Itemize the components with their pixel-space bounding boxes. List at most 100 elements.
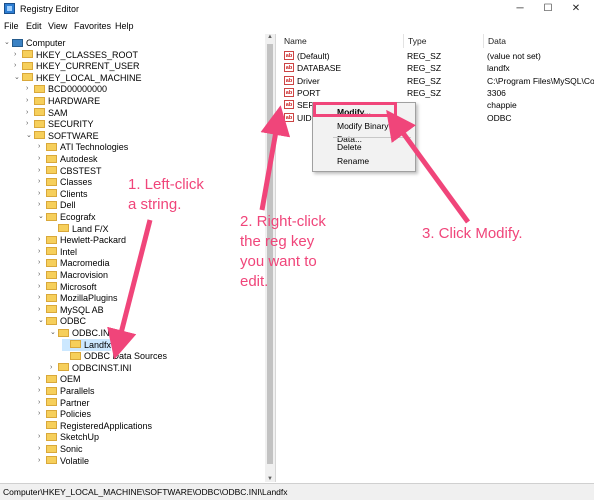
expand-chevron-icon[interactable]: ⌄ <box>50 327 58 339</box>
value-row[interactable]: ab PORT REG_SZ 3306 <box>280 87 594 99</box>
expand-chevron-icon[interactable]: › <box>38 199 46 211</box>
tree-item[interactable]: › SketchUp <box>38 431 99 443</box>
expand-chevron-icon[interactable]: › <box>26 95 34 107</box>
expand-chevron-icon[interactable]: ⌄ <box>14 72 22 84</box>
computer-icon <box>12 38 23 47</box>
tree-item[interactable]: › HARDWARE <box>26 95 100 107</box>
column-data[interactable]: Data <box>484 34 594 48</box>
tree-item[interactable]: › ATI Technologies <box>38 141 128 153</box>
tree-item[interactable]: › HKEY_CURRENT_USER <box>14 60 140 72</box>
expand-chevron-icon[interactable]: › <box>38 304 46 316</box>
column-name[interactable]: Name <box>280 34 404 48</box>
expand-chevron-icon[interactable]: › <box>38 281 46 293</box>
expand-chevron-icon[interactable]: › <box>38 234 46 246</box>
maximize-button[interactable]: ☐ <box>534 0 562 18</box>
expand-chevron-icon[interactable]: › <box>38 165 46 177</box>
expand-chevron-icon[interactable]: ⌄ <box>38 211 46 223</box>
expand-chevron-icon[interactable]: › <box>38 455 46 467</box>
tree-item[interactable]: › Volatile <box>38 455 89 467</box>
registry-tree[interactable]: ⌄ Computer › HKEY_CLASSES_ROOT › HKEY_CURRENT… <box>0 34 276 482</box>
expand-chevron-icon[interactable]: › <box>50 362 58 374</box>
expand-chevron-icon[interactable]: › <box>38 188 46 200</box>
folder-icon <box>58 328 69 337</box>
tree-item[interactable]: ⌄ SOFTWARE <box>26 130 99 142</box>
tree-item[interactable]: Land F/X <box>50 223 109 235</box>
expand-chevron-icon[interactable]: › <box>26 83 34 95</box>
expand-chevron-icon[interactable]: › <box>38 373 46 385</box>
tree-item[interactable]: › Microsoft <box>38 281 97 293</box>
tree-item[interactable]: › SAM <box>26 107 68 119</box>
expand-chevron-icon[interactable]: › <box>38 408 46 420</box>
tree-item[interactable]: › Classes <box>38 176 92 188</box>
value-type: REG_SZ <box>407 75 442 86</box>
tree-item[interactable]: › HKEY_CLASSES_ROOT <box>14 49 138 61</box>
tree-item[interactable]: › MySQL AB <box>38 304 104 316</box>
expand-chevron-icon[interactable]: › <box>38 153 46 165</box>
tree-item[interactable]: › Clients <box>38 188 88 200</box>
expand-chevron-icon[interactable]: › <box>38 141 46 153</box>
tree-item[interactable]: › Dell <box>38 199 76 211</box>
tree-item[interactable]: › Macrovision <box>38 269 108 281</box>
menu-favorites[interactable]: Favorites <box>74 21 111 31</box>
expand-chevron-icon[interactable]: ⌄ <box>38 315 46 327</box>
expand-chevron-icon[interactable]: › <box>38 269 46 281</box>
expand-chevron-icon[interactable]: › <box>38 443 46 455</box>
minimize-button[interactable]: ─ <box>506 0 534 18</box>
tree-item[interactable]: ⌄ ODBC <box>38 315 86 327</box>
scroll-down-icon[interactable]: ▼ <box>265 476 275 482</box>
menu-file[interactable]: File <box>4 21 19 31</box>
tree-item[interactable]: › Parallels <box>38 385 95 397</box>
expand-chevron-icon[interactable]: › <box>38 176 46 188</box>
column-type[interactable]: Type <box>404 34 484 48</box>
folder-icon <box>70 351 81 360</box>
tree-item[interactable]: ODBC Data Sources <box>62 350 167 362</box>
scroll-up-icon[interactable]: ▲ <box>265 34 275 40</box>
tree-item[interactable]: Landfx <box>62 338 112 351</box>
context-rename[interactable]: Rename <box>313 155 415 168</box>
expand-chevron-icon[interactable]: › <box>38 431 46 443</box>
tree-item-label: CBSTEST <box>60 165 102 176</box>
tree-item[interactable]: › Autodesk <box>38 153 98 165</box>
tree-item[interactable]: RegisteredApplications <box>38 420 152 432</box>
tree-item[interactable]: › Macromedia <box>38 257 110 269</box>
menu-view[interactable]: View <box>48 21 67 31</box>
value-row[interactable]: ab (Default) REG_SZ (value not set) <box>280 50 594 62</box>
close-button[interactable]: ✕ <box>562 0 590 18</box>
value-data: 3306 <box>487 87 506 98</box>
context-modify-binary[interactable]: Modify Binary Data... <box>313 120 415 144</box>
tree-item[interactable]: ⌄ HKEY_LOCAL_MACHINE <box>14 72 142 84</box>
value-row[interactable]: ab Driver REG_SZ C:\Program Files\MySQL\Co <box>280 75 594 87</box>
tree-item[interactable]: ⌄ ODBC.INI <box>50 327 112 339</box>
tree-item[interactable]: › Intel <box>38 246 77 258</box>
tree-item[interactable]: › ODBCINST.INI <box>50 362 132 374</box>
tree-item[interactable]: › Policies <box>38 408 91 420</box>
tree-item[interactable]: › CBSTEST <box>38 165 102 177</box>
tree-item[interactable]: › Sonic <box>38 443 83 455</box>
tree-item[interactable]: › Hewlett-Packard <box>38 234 126 246</box>
folder-icon <box>46 212 57 221</box>
expand-chevron-icon[interactable]: › <box>26 118 34 130</box>
value-row[interactable]: ab DATABASE REG_SZ landfx <box>280 62 594 74</box>
tree-item[interactable]: › BCD00000000 <box>26 83 107 95</box>
expand-chevron-icon[interactable]: › <box>14 49 22 61</box>
menu-edit[interactable]: Edit <box>26 21 42 31</box>
expand-chevron-icon[interactable]: › <box>38 292 46 304</box>
menu-help[interactable]: Help <box>115 21 134 31</box>
expand-chevron-icon[interactable]: › <box>14 60 22 72</box>
tree-item[interactable]: › Partner <box>38 397 90 409</box>
tree-item-label: Partner <box>60 397 90 408</box>
tree-item[interactable]: ⌄ Ecografx <box>38 211 96 223</box>
tree-item[interactable]: › MozillaPlugins <box>38 292 118 304</box>
expand-chevron-icon[interactable]: › <box>26 107 34 119</box>
context-delete[interactable]: Delete <box>313 141 415 154</box>
tree-item[interactable]: ⌄ Computer <box>4 37 66 49</box>
tree-item[interactable]: › SECURITY <box>26 118 94 130</box>
expand-chevron-icon[interactable]: › <box>38 397 46 409</box>
folder-icon <box>46 247 57 256</box>
expand-chevron-icon[interactable]: › <box>38 246 46 258</box>
expand-chevron-icon[interactable]: ⌄ <box>26 130 34 142</box>
expand-chevron-icon[interactable]: › <box>38 385 46 397</box>
expand-chevron-icon[interactable]: › <box>38 257 46 269</box>
tree-item[interactable]: › OEM <box>38 373 81 385</box>
expand-chevron-icon[interactable]: ⌄ <box>4 37 12 49</box>
